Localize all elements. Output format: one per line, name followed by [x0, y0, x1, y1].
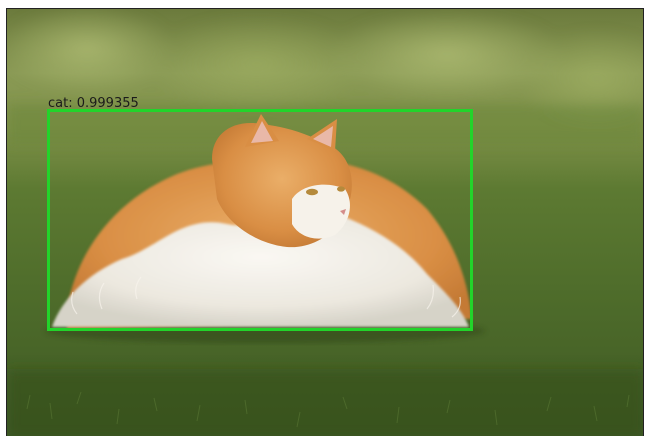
detection-label: cat: 0.999355 [48, 96, 139, 111]
detection-bounding-box [47, 109, 473, 331]
image-frame: cat: 0.999355 [6, 8, 644, 436]
